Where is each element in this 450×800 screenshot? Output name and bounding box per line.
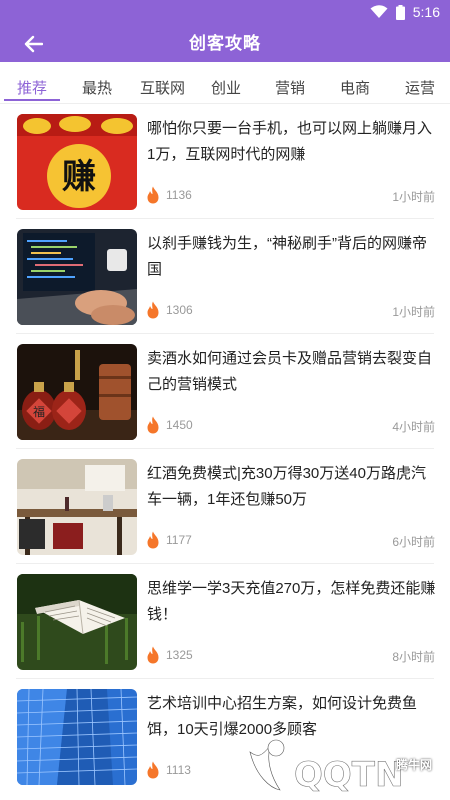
publish-time: 6小时前	[392, 535, 435, 549]
page-title: 创客攻略	[189, 34, 261, 53]
view-count: 1306	[166, 303, 193, 317]
flame-icon	[147, 416, 159, 434]
flame-icon	[147, 761, 159, 779]
status-time: 5:16	[412, 4, 440, 20]
article-meta: 1306 1小时前	[145, 301, 435, 319]
article-title: 卖酒水如何通过会员卡及赠品营销去裂变自己的营销模式	[147, 350, 433, 393]
list-item[interactable]: 思维学一学3天充值270万，怎样免费还能赚钱！ 1325 8小时前	[0, 564, 450, 679]
view-count: 1177	[166, 533, 192, 547]
article-title: 思维学一学3天充值270万，怎样免费还能赚钱！	[147, 580, 436, 623]
wifi-icon	[370, 5, 388, 18]
view-count: 1136	[166, 188, 192, 202]
article-thumbnail: 赚	[17, 114, 137, 210]
status-bar: 5:16	[0, 0, 450, 26]
category-tabs: 推荐 最热 互联网 创业 营销 电商 运营	[0, 62, 450, 104]
article-thumbnail	[17, 229, 137, 325]
article-meta: 1177 6小时前	[145, 531, 435, 549]
view-count: 1325	[166, 648, 193, 662]
watermark: QQTN 腾牛网	[236, 722, 446, 798]
battery-icon	[395, 4, 405, 20]
article-meta: 1325 8小时前	[145, 646, 435, 664]
article-title: 以刹手赚钱为生，“神秘刷手”背后的网赚帝国	[147, 235, 427, 278]
article-meta: 1136 1小时前	[145, 186, 435, 204]
view-count: 1113	[166, 763, 191, 777]
list-item[interactable]: 赚 哪怕你只要一台手机，也可以网上躺赚月入1万，互联网时代的网赚 1136 1小…	[0, 104, 450, 219]
tab-operations[interactable]: 运营	[405, 62, 435, 104]
article-thumbnail: 福	[17, 344, 137, 440]
article-title: 哪怕你只要一台手机，也可以网上躺赚月入1万，互联网时代的网赚	[147, 120, 433, 163]
list-item[interactable]: 红酒免费模式|充30万得30万送40万路虎汽车一辆，1年还包赚50万 1177 …	[0, 449, 450, 564]
tab-startup[interactable]: 创业	[211, 62, 241, 104]
status-icons: 5:16	[370, 4, 440, 20]
tab-marketing[interactable]: 营销	[275, 62, 305, 104]
watermark-logo-text: QQTN	[294, 755, 403, 795]
active-tab-indicator	[4, 99, 60, 101]
view-count: 1450	[166, 418, 193, 432]
flame-icon	[147, 301, 159, 319]
flame-icon	[147, 646, 159, 664]
tab-ecommerce[interactable]: 电商	[340, 62, 370, 104]
thumbnail-text: 赚	[62, 157, 96, 197]
publish-time: 8小时前	[392, 650, 435, 664]
publish-time: 4小时前	[392, 420, 435, 434]
tab-internet[interactable]: 互联网	[140, 62, 185, 104]
list-item[interactable]: 福 卖酒水如何通过会员卡及赠品营销去裂变自己的营销模式 1450 4小时前	[0, 334, 450, 449]
article-thumbnail	[17, 574, 137, 670]
publish-time: 1小时前	[392, 305, 435, 319]
back-button[interactable]	[18, 30, 48, 58]
flame-icon	[147, 531, 159, 549]
app-bar: 创客攻略	[0, 26, 450, 62]
publish-time: 1小时前	[392, 190, 435, 204]
thumbnail-text: 福	[33, 404, 45, 419]
tab-hottest[interactable]: 最热	[82, 62, 112, 104]
article-meta: 1450 4小时前	[145, 416, 435, 434]
watermark-text: 腾牛网	[395, 758, 432, 772]
arrow-left-icon	[24, 35, 43, 53]
list-item[interactable]: 以刹手赚钱为生，“神秘刷手”背后的网赚帝国 1306 1小时前	[0, 219, 450, 334]
article-thumbnail	[17, 459, 137, 555]
flame-icon	[147, 186, 159, 204]
tab-recommended[interactable]: 推荐	[17, 62, 47, 104]
article-thumbnail	[17, 689, 137, 785]
article-title: 红酒免费模式|充30万得30万送40万路虎汽车一辆，1年还包赚50万	[147, 465, 426, 508]
